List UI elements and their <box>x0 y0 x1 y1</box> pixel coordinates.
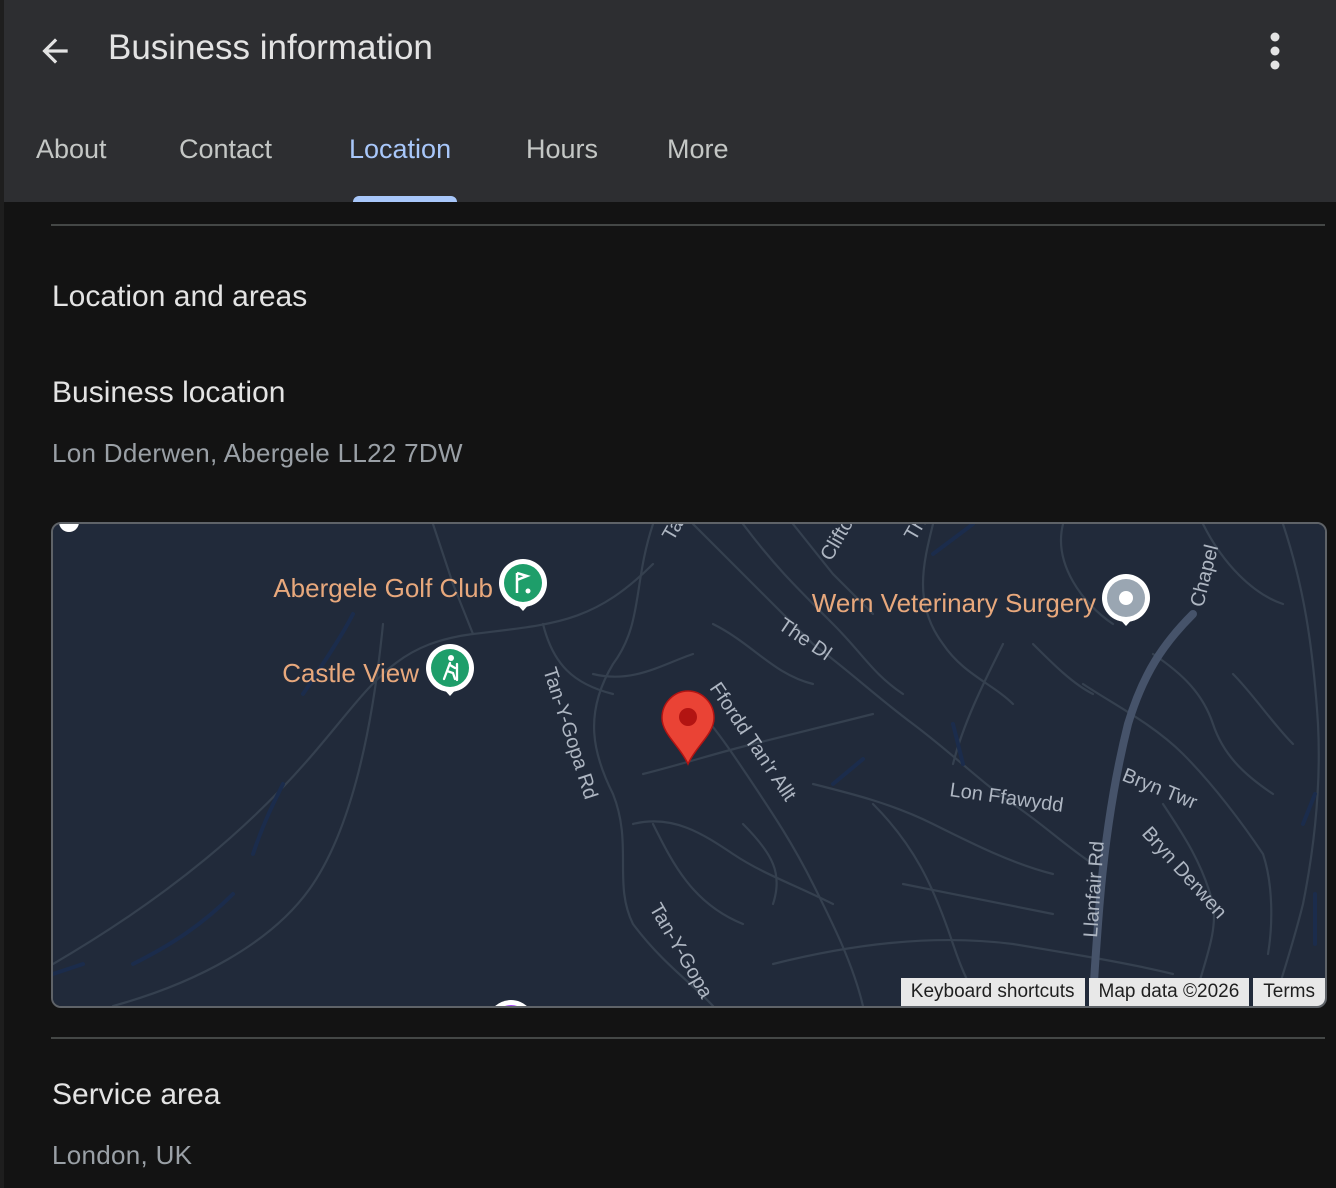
back-button[interactable] <box>30 26 80 76</box>
tab-about[interactable]: About <box>36 134 107 165</box>
business-location-value: Lon Dderwen, Abergele LL22 7DW <box>52 438 463 468</box>
place-label-castle-view: Castle View <box>282 658 419 688</box>
terms-link[interactable]: Terms <box>1253 978 1325 1006</box>
service-area-label: Service area <box>52 1078 221 1111</box>
section-title: Location and areas <box>52 280 308 313</box>
service-area-value: London, UK <box>52 1140 193 1170</box>
page-title: Business information <box>108 28 433 67</box>
app-header: Business information About Contact Locat… <box>4 0 1336 202</box>
more-vert-icon <box>1270 32 1280 70</box>
arrow-back-icon <box>42 38 68 64</box>
location-map[interactable]: Tan-Y-Gopa Rd Ffordd Tan'r Allt The Dl L… <box>51 522 1327 1008</box>
business-location-label: Business location <box>52 376 286 409</box>
tab-location[interactable]: Location <box>349 134 451 165</box>
place-label-vet-surgery: Wern Veterinary Surgery <box>812 588 1096 618</box>
section-divider <box>51 1037 1325 1039</box>
map-attribution: Keyboard shortcuts Map data ©2026 Terms <box>897 978 1325 1006</box>
keyboard-shortcuts-link[interactable]: Keyboard shortcuts <box>900 978 1085 1006</box>
map-data-label: Map data ©2026 <box>1088 978 1250 1006</box>
tab-hours[interactable]: Hours <box>526 134 598 165</box>
active-tab-indicator <box>353 196 457 202</box>
tab-contact[interactable]: Contact <box>179 134 272 165</box>
place-label-golf-club: Abergele Golf Club <box>273 573 493 603</box>
section-divider <box>51 224 1325 226</box>
more-options-button[interactable] <box>1254 26 1296 76</box>
tab-more[interactable]: More <box>667 134 729 165</box>
